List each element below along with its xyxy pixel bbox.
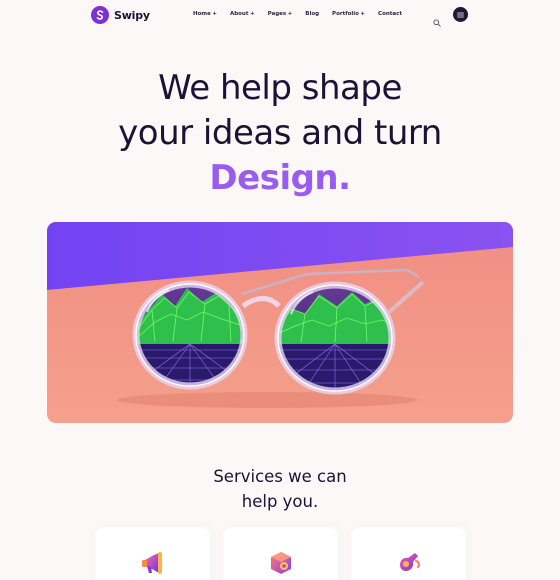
nav-label: About	[229, 11, 249, 17]
hero-line-2: your ideas and turn	[118, 113, 442, 153]
nav-item-contact[interactable]: Contact	[378, 11, 402, 17]
service-card[interactable]	[351, 527, 466, 580]
rocket-hand-icon	[395, 549, 423, 577]
swipy-logo-icon	[91, 6, 109, 24]
sunglasses-photo	[47, 222, 513, 423]
services-line-1: Services we can	[213, 467, 347, 486]
search-icon[interactable]	[433, 12, 441, 27]
plus-icon: +	[249, 11, 255, 17]
plus-icon: +	[360, 11, 366, 17]
plus-icon: +	[212, 11, 217, 17]
brand-name: Swipy	[114, 8, 150, 22]
services-line-2: help you.	[241, 492, 319, 511]
main-nav: Home + About + Pages + Blog Portfolio + Cont…	[193, 11, 402, 17]
services-cards	[95, 527, 466, 580]
nav-label: Blog	[305, 11, 320, 17]
hero-heading: We help shape your ideas and turn Design…	[0, 66, 560, 201]
service-card[interactable]	[223, 527, 338, 580]
megaphone-icon	[139, 549, 167, 577]
service-card[interactable]	[95, 527, 210, 580]
nav-item-blog[interactable]: Blog	[305, 11, 319, 17]
nav-item-about[interactable]: About +	[230, 11, 255, 17]
services-heading: Services we can help you.	[0, 464, 560, 514]
cube-speaker-icon	[267, 549, 295, 577]
nav-item-portfolio[interactable]: Portfolio +	[332, 11, 365, 17]
nav-label: Pages	[267, 11, 287, 17]
nav-item-pages[interactable]: Pages +	[268, 11, 293, 17]
nav-label: Portfolio	[332, 11, 359, 17]
plus-icon: +	[287, 11, 293, 17]
site-header: Swipy Home + About + Pages + Blog Portfolio…	[0, 0, 560, 32]
logo[interactable]: Swipy	[91, 6, 150, 24]
hero-accent: Design.	[209, 158, 351, 198]
hero-line-1: We help shape	[158, 68, 402, 108]
logo-s-glyph	[96, 10, 104, 20]
nav-label: Home	[193, 11, 211, 17]
nav-label: Contact	[378, 11, 402, 17]
hamburger-icon[interactable]	[453, 7, 468, 22]
nav-item-home[interactable]: Home +	[193, 11, 217, 17]
